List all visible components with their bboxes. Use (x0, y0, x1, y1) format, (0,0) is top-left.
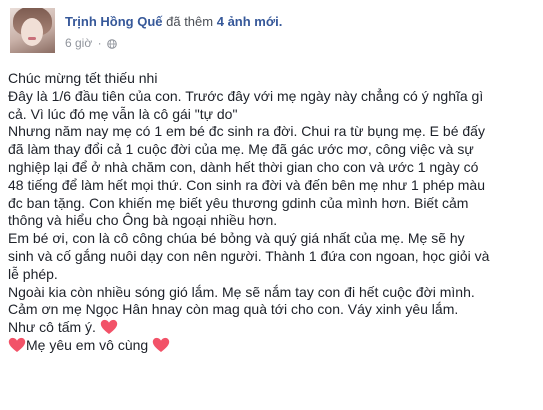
post-action-text: đã thêm 4 ảnh mới. (166, 14, 282, 29)
facebook-post: Trịnh Hồng Quế đã thêm 4 ảnh mới. 6 giờ … (0, 0, 543, 410)
avatar-face (21, 18, 43, 46)
post-last-line-text: Mẹ yêu em vô cùng (26, 336, 149, 353)
post-line-7: 48 tiếng để làm hết mọi thứ. Con sinh ra… (8, 176, 485, 193)
post-line-4: Nhưng năm nay mẹ có 1 em bé đc sinh ra đ… (8, 123, 485, 140)
post-line-15: Như cô tấm ý. (8, 319, 536, 337)
post-line-12: lễ phép. (8, 265, 58, 282)
author-name-link[interactable]: Trịnh Hồng Quế (65, 14, 163, 29)
globe-icon[interactable] (107, 39, 117, 49)
post-line-1: Chúc mừng tết thiếu nhi (8, 70, 158, 86)
post-line-15-text: Như cô tấm ý. (8, 319, 96, 336)
action-prefix: đã thêm (166, 14, 214, 29)
post-timestamp[interactable]: 6 giờ (65, 36, 92, 50)
post-line-5: đã làm thay đổi cả 1 cuộc đời của mẹ. Mẹ… (8, 141, 474, 158)
post-line-14: Cảm ơn mẹ Ngọc Hân hnay còn mag quà tới … (8, 301, 459, 318)
post-line-9: thông và hiểu cho Ông bà ngoại nhiều hơn… (8, 212, 278, 229)
post-line-16: Mẹ yêu em vô cùng (8, 337, 536, 355)
heart-icon (100, 320, 118, 335)
post-line-6: nghiệp lại để ở nhà chăm con, dành hết t… (8, 158, 479, 175)
photos-link[interactable]: 4 ảnh mới. (217, 14, 283, 29)
post-line-2: Đây là 1/6 đầu tiên của con. Trước đây v… (8, 87, 484, 104)
post-title-line: Trịnh Hồng Quế đã thêm 4 ảnh mới. (65, 13, 282, 31)
post-body: Chúc mừng tết thiếu nhi Đây là 1/6 đầu t… (8, 70, 536, 355)
heart-icon (8, 337, 26, 352)
avatar-lips (28, 37, 36, 40)
post-header: Trịnh Hồng Quế đã thêm 4 ảnh mới. 6 giờ … (10, 8, 533, 56)
post-line-11: sinh và cố gắng nuôi dạy con nên người. … (8, 247, 490, 264)
post-meta: 6 giờ · (65, 35, 117, 51)
author-avatar[interactable] (10, 8, 55, 53)
post-line-10: Em bé ơi, con là cô công chúa bé bỏng và… (8, 230, 465, 247)
post-line-8: đc ban tặng. Con khiến mẹ biết yêu thươn… (8, 194, 469, 211)
post-line-13: Ngoài kia còn nhiều sóng gió lắm. Mẹ sẽ … (8, 283, 475, 300)
heart-icon (152, 337, 170, 352)
meta-separator: · (97, 36, 102, 50)
post-line-3: cả. Vì lúc đó mẹ vẫn là cô gái "tự do" (8, 105, 238, 122)
